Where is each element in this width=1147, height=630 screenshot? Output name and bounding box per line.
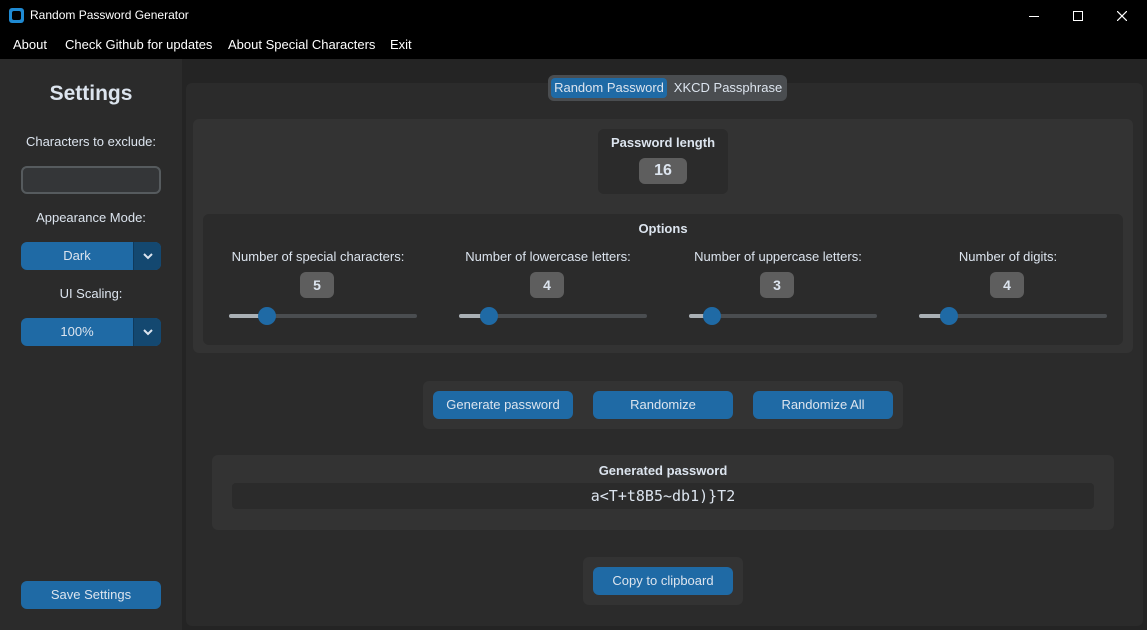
ui-scaling-value: 100% <box>60 324 94 339</box>
maximize-icon <box>1073 10 1083 21</box>
slider-handle[interactable] <box>940 307 958 325</box>
minimize-icon <box>1029 15 1039 17</box>
slider-handle[interactable] <box>703 307 721 325</box>
exclude-label: Characters to exclude: <box>25 134 157 149</box>
close-button[interactable] <box>1099 0 1145 31</box>
menu-about-special-characters[interactable]: About Special Characters <box>228 37 375 52</box>
password-length-label: Password length <box>610 135 716 150</box>
maximize-button[interactable] <box>1055 0 1101 31</box>
digits-label: Number of digits: <box>958 249 1058 264</box>
exclude-characters-input[interactable] <box>21 166 161 194</box>
password-settings-panel: Password length 16 Options Number of spe… <box>193 119 1133 353</box>
generated-password-panel: Generated password a<T+t8B5~db1)}T2 <box>212 455 1114 530</box>
tab-view: Password length 16 Options Number of spe… <box>186 75 1143 626</box>
lowercase-letters-slider[interactable] <box>459 307 647 325</box>
copy-panel: Copy to clipboard <box>583 557 743 605</box>
appearance-mode-dropdown[interactable]: Dark <box>21 242 161 270</box>
tab-xkcd-passphrase[interactable]: XKCD Passphrase <box>672 78 784 98</box>
tab-selector: Random Password XKCD Passphrase <box>548 75 787 101</box>
slider-handle[interactable] <box>480 307 498 325</box>
generate-password-button[interactable]: Generate password <box>433 391 573 419</box>
save-settings-button[interactable]: Save Settings <box>21 581 161 609</box>
randomize-button[interactable]: Randomize <box>593 391 733 419</box>
title-bar: Random Password Generator <box>0 0 1147 31</box>
app-icon <box>9 8 24 23</box>
ui-scaling-dropdown[interactable]: 100% <box>21 318 161 346</box>
appearance-mode-label: Appearance Mode: <box>36 210 146 225</box>
dropdown-arrow-button[interactable] <box>133 242 161 270</box>
uppercase-letters-value[interactable]: 3 <box>760 272 794 298</box>
window-title: Random Password Generator <box>30 8 189 22</box>
settings-sidebar: Settings Characters to exclude: Appearan… <box>0 59 182 630</box>
dropdown-arrow-button[interactable] <box>133 318 161 346</box>
generated-password-label: Generated password <box>598 463 728 478</box>
main-area: Password length 16 Options Number of spe… <box>182 59 1147 630</box>
digits-slider[interactable] <box>919 307 1107 325</box>
special-characters-value[interactable]: 5 <box>300 272 334 298</box>
close-icon <box>1117 10 1127 21</box>
lowercase-letters-value[interactable]: 4 <box>530 272 564 298</box>
slider-handle[interactable] <box>258 307 276 325</box>
randomize-all-button[interactable]: Randomize All <box>753 391 893 419</box>
uppercase-letters-label: Number of uppercase letters: <box>694 249 862 264</box>
tab-random-password[interactable]: Random Password <box>551 78 667 98</box>
chevron-down-icon <box>142 328 153 335</box>
menu-exit[interactable]: Exit <box>390 37 412 52</box>
menu-check-github[interactable]: Check Github for updates <box>65 37 212 52</box>
options-panel: Options Number of special characters: 5 … <box>203 214 1123 345</box>
lowercase-letters-label: Number of lowercase letters: <box>465 249 631 264</box>
minimize-button[interactable] <box>1011 0 1057 31</box>
actions-panel: Generate password Randomize Randomize Al… <box>423 381 903 429</box>
password-length-value[interactable]: 16 <box>639 158 687 184</box>
menu-about[interactable]: About <box>13 37 47 52</box>
appearance-mode-value: Dark <box>63 248 91 263</box>
uppercase-letters-slider[interactable] <box>689 307 877 325</box>
options-title: Options <box>638 221 688 236</box>
menu-bar: About Check Github for updates About Spe… <box>0 31 1147 59</box>
generated-password-field[interactable]: a<T+t8B5~db1)}T2 <box>232 483 1094 509</box>
password-length-box: Password length 16 <box>598 129 728 194</box>
copy-to-clipboard-button[interactable]: Copy to clipboard <box>593 567 733 595</box>
special-characters-label: Number of special characters: <box>231 249 405 264</box>
settings-title: Settings <box>49 82 133 105</box>
digits-value[interactable]: 4 <box>990 272 1024 298</box>
special-characters-slider[interactable] <box>229 307 417 325</box>
ui-scaling-label: UI Scaling: <box>59 286 123 301</box>
chevron-down-icon <box>142 252 153 259</box>
